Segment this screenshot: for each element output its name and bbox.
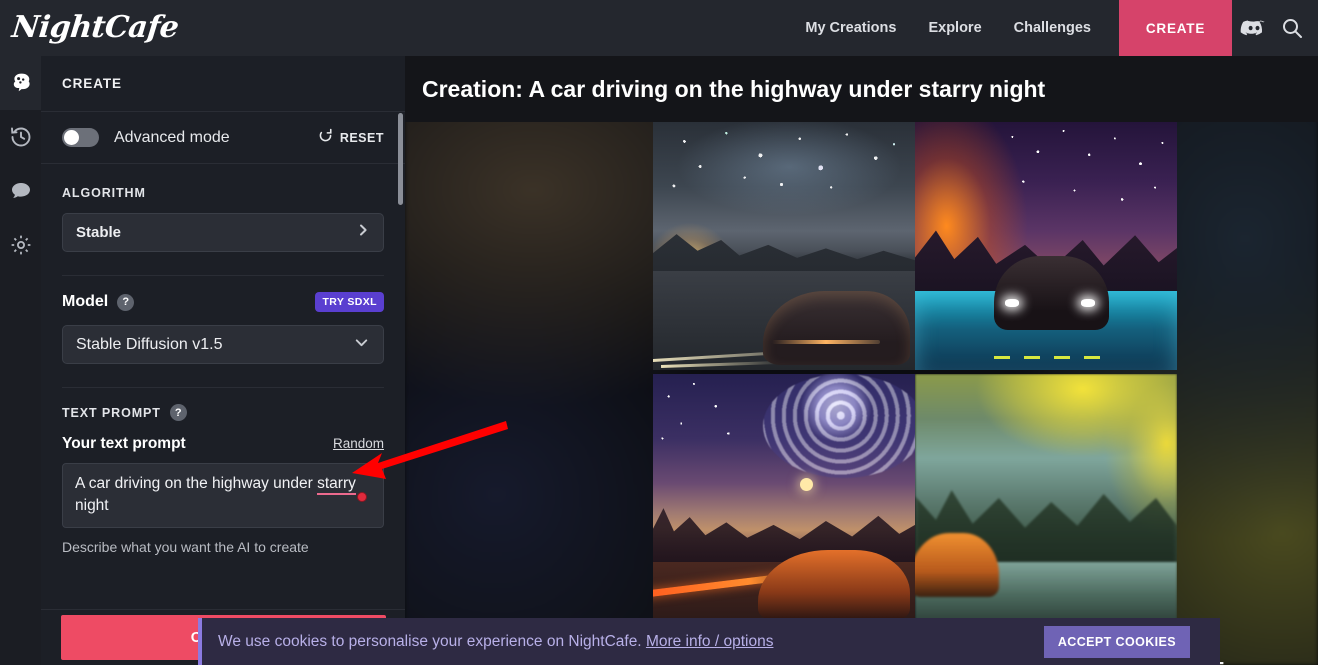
rail-item-create[interactable] (0, 56, 41, 110)
artwork-4-car (915, 532, 999, 598)
text-prompt-value: A car driving on the highway under starr… (75, 473, 371, 517)
text-prompt-section: TEXT PROMPT ? Your text prompt Random A … (41, 388, 405, 555)
sidebar-scroll-area: Advanced mode RESET ALGORITHM Stable Mod… (41, 111, 405, 609)
artwork-2-lane-dashes (993, 355, 1115, 359)
your-text-prompt-label: Your text prompt (62, 435, 186, 452)
reset-label: RESET (339, 130, 384, 145)
random-prompt-link[interactable]: Random (333, 436, 384, 451)
prompt-click-indicator-dot (357, 492, 367, 502)
artwork-1-stars (653, 122, 915, 261)
model-value: Stable Diffusion v1.5 (76, 335, 223, 353)
algorithm-select[interactable]: Stable (62, 213, 384, 252)
your-prompt-header: Your text prompt Random (62, 435, 384, 453)
algorithm-section: ALGORITHM Stable (41, 164, 405, 276)
algorithm-value: Stable (76, 224, 122, 241)
prompt-text-part1: A car driving on the highway under (75, 475, 318, 492)
artwork-1-car (763, 290, 910, 366)
cookie-more-info-link[interactable]: More info / options (646, 633, 774, 650)
text-prompt-input[interactable]: A car driving on the highway under starr… (62, 463, 384, 528)
rail-item-settings[interactable] (0, 218, 41, 272)
artwork-2-headlight-left (1005, 299, 1019, 307)
model-label: Model (62, 293, 109, 310)
rail-item-history[interactable] (0, 110, 41, 164)
nav-challenges[interactable]: Challenges (998, 20, 1107, 36)
advanced-mode-row: Advanced mode RESET (41, 111, 405, 164)
reset-button[interactable]: RESET (318, 128, 384, 148)
accept-cookies-button[interactable]: ACCEPT COOKIES (1043, 625, 1190, 658)
text-prompt-hint: Describe what you want the AI to create (62, 539, 309, 555)
artwork-2-canvas (915, 122, 1177, 370)
main-content-area: Creation: A car driving on the highway u… (405, 56, 1318, 665)
nav-explore[interactable]: Explore (912, 20, 997, 36)
question-mark-icon[interactable]: ? (117, 293, 135, 311)
top-navigation-bar: NightCafe My Creations Explore Challenge… (0, 0, 1318, 56)
artwork-1-canvas (653, 122, 915, 370)
cookie-message: We use cookies to personalise your exper… (218, 632, 646, 650)
advanced-mode-label: Advanced mode (114, 128, 230, 146)
nightcafe-app: NightCafe My Creations Explore Challenge… (0, 0, 1318, 665)
discord-icon[interactable] (1232, 0, 1272, 56)
creation-image-3[interactable] (653, 374, 915, 622)
page-title: Creation: A car driving on the highway u… (422, 75, 1046, 102)
question-mark-icon[interactable]: ? (169, 404, 187, 421)
advanced-mode-toggle[interactable] (62, 128, 99, 147)
rail-item-chat[interactable] (0, 164, 41, 218)
create-sidebar-panel: CREATE Advanced mode RESET ALGORITHM Sta… (41, 56, 405, 665)
artwork-2-headlight-right (1081, 299, 1096, 307)
try-sdxl-badge[interactable]: TRY SDXL (315, 292, 384, 312)
prompt-text-part2: night (75, 497, 109, 514)
creation-image-1[interactable] (653, 122, 915, 370)
artwork-1-car-glow (771, 340, 881, 345)
artwork-3-canvas (653, 374, 915, 622)
chevron-right-icon (356, 223, 370, 242)
sidebar-header: CREATE (62, 76, 122, 91)
creation-image-grid (653, 122, 1177, 665)
model-section: Model ? TRY SDXL Stable Diffusion v1.5 (41, 276, 405, 388)
artwork-3-swirl (763, 374, 915, 479)
nightcafe-logo[interactable]: NightCafe (10, 10, 180, 45)
nav-my-creations[interactable]: My Creations (789, 20, 912, 36)
left-icon-rail (0, 56, 41, 665)
text-prompt-label: TEXT PROMPT (62, 405, 161, 420)
search-icon[interactable] (1272, 0, 1312, 56)
prompt-misspelled-word: starry (317, 475, 356, 495)
cookie-consent-banner: We use cookies to personalise your exper… (198, 618, 1220, 665)
creation-image-4[interactable] (915, 374, 1177, 622)
toggle-knob (64, 130, 79, 145)
refresh-icon (318, 128, 333, 148)
text-prompt-header: TEXT PROMPT ? (62, 404, 384, 421)
artwork-4-canvas (915, 374, 1177, 622)
top-create-button[interactable]: CREATE (1119, 0, 1232, 56)
cookie-banner-text: We use cookies to personalise your exper… (218, 633, 773, 651)
top-nav-links: My Creations Explore Challenges CREATE (789, 0, 1318, 56)
artwork-2-car (993, 255, 1109, 331)
model-header: Model ? TRY SDXL (62, 292, 384, 312)
creation-title-bar: Creation: A car driving on the highway u… (405, 56, 1318, 122)
artwork-3-moon (799, 478, 813, 492)
sidebar-scrollbar[interactable] (398, 113, 403, 205)
model-select[interactable]: Stable Diffusion v1.5 (62, 325, 384, 364)
artwork-1-lane-line-2 (660, 360, 779, 369)
chevron-down-icon (353, 334, 370, 356)
algorithm-label: ALGORITHM (62, 186, 146, 200)
creation-image-2[interactable] (915, 122, 1177, 370)
